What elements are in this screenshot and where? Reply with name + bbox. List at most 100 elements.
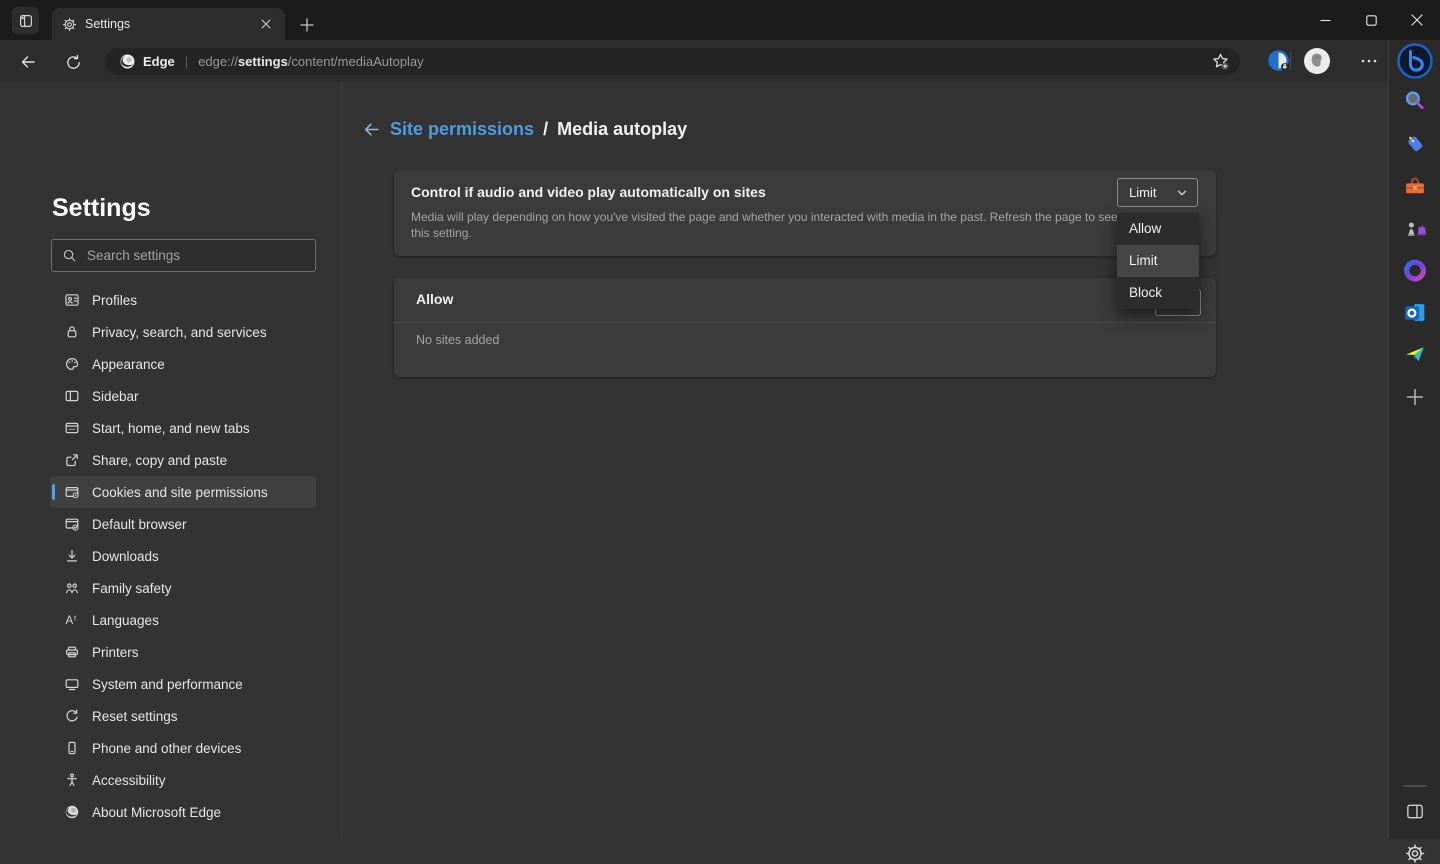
more-menu-button[interactable] — [1360, 47, 1378, 75]
sidebar-item-accessibility[interactable]: Accessibility — [50, 764, 316, 796]
allow-section-title: Allow — [416, 291, 453, 307]
sidebar-item-languages[interactable]: At Languages — [50, 604, 316, 636]
site-permissions-icon — [64, 484, 80, 500]
sidebar-item-label: Downloads — [92, 549, 159, 564]
tools-icon[interactable] — [1402, 174, 1427, 199]
add-favorite-button[interactable] — [1211, 52, 1230, 71]
breadcrumb-parent-link[interactable]: Site permissions — [390, 119, 534, 140]
settings-search-box[interactable] — [51, 239, 316, 272]
settings-search-input[interactable] — [87, 248, 305, 263]
sidebar-item-label: About Microsoft Edge — [92, 805, 221, 820]
games-icon[interactable] — [1402, 216, 1427, 241]
share-icon — [64, 452, 80, 468]
svg-text:A: A — [66, 615, 74, 627]
sidebar-item-label: Reset settings — [92, 709, 178, 724]
sidebar-item-profiles[interactable]: Profiles — [50, 284, 316, 316]
sidebar-layout-icon — [64, 388, 80, 404]
customize-sidebar-icon[interactable] — [1404, 801, 1425, 822]
settings-sidebar: Settings Profiles Privacy, search, and s… — [0, 82, 342, 839]
sidebar-item-label: Printers — [92, 645, 139, 660]
maximize-button[interactable] — [1348, 0, 1394, 40]
sidebar-item-start-home-tabs[interactable]: Start, home, and new tabs — [50, 412, 316, 444]
tab-settings[interactable]: Settings — [52, 8, 285, 40]
new-tab-page-icon — [64, 420, 80, 436]
site-info-badge[interactable]: Edge — [119, 53, 175, 70]
url-text: edge://settings/content/mediaAutoplay — [198, 54, 1211, 69]
new-tab-button[interactable] — [294, 12, 320, 38]
tab-title: Settings — [85, 17, 249, 31]
sidebar-item-downloads[interactable]: Downloads — [50, 540, 316, 572]
tab-actions-button[interactable] — [12, 7, 39, 34]
sidebar-item-label: Share, copy and paste — [92, 453, 227, 468]
breadcrumb: Site permissions / Media autoplay — [362, 119, 687, 140]
chevron-down-icon — [1176, 187, 1188, 199]
tab-layout-icon — [18, 13, 34, 29]
sidebar-item-family-safety[interactable]: Family safety — [50, 572, 316, 604]
no-sites-message: No sites added — [416, 333, 499, 347]
autoplay-dropdown-button[interactable]: Limit — [1117, 178, 1198, 207]
download-icon — [64, 548, 80, 564]
sidebar-item-label: Start, home, and new tabs — [92, 421, 250, 436]
sidebar-item-label: Sidebar — [92, 389, 139, 404]
drop-icon[interactable] — [1402, 342, 1427, 367]
sidebar-item-about-edge[interactable]: About Microsoft Edge — [50, 796, 316, 828]
address-bar[interactable]: Edge | edge://settings/content/mediaAuto… — [105, 48, 1240, 75]
bing-chat-icon[interactable] — [1396, 42, 1434, 80]
autoplay-setting-card: Control if audio and video play automati… — [394, 170, 1216, 256]
sidebar-divider — [1403, 785, 1427, 787]
microsoft-365-icon[interactable] — [1402, 258, 1427, 283]
sidebar-settings-icon[interactable] — [1404, 843, 1425, 864]
outlook-icon[interactable] — [1402, 300, 1427, 325]
autoplay-dropdown-menu: Allow Limit Block — [1117, 213, 1199, 309]
sidebar-item-printers[interactable]: Printers — [50, 636, 316, 668]
autoplay-setting-description: Media will play depending on how you've … — [411, 209, 1118, 241]
sidebar-item-default-browser[interactable]: Default browser — [50, 508, 316, 540]
add-sidebar-app-icon[interactable] — [1406, 388, 1424, 406]
profile-avatar — [1303, 47, 1331, 75]
back-button[interactable] — [15, 49, 41, 75]
sidebar-item-label: Cookies and site permissions — [92, 485, 268, 500]
breadcrumb-current: Media autoplay — [557, 119, 687, 140]
shopping-icon[interactable] — [1402, 131, 1427, 156]
search-icon[interactable] — [1402, 88, 1427, 113]
main-content: Site permissions / Media autoplay Contro… — [342, 82, 1388, 839]
address-divider: | — [185, 54, 188, 69]
site-label: Edge — [143, 54, 175, 69]
profile-button[interactable] — [1303, 47, 1331, 75]
sidebar-item-label: System and performance — [92, 677, 243, 692]
sidebar-item-label: Profiles — [92, 293, 137, 308]
sidebar-item-appearance[interactable]: Appearance — [50, 348, 316, 380]
phone-icon — [64, 740, 80, 756]
sidebar-item-label: Accessibility — [92, 773, 166, 788]
settings-page-title: Settings — [52, 194, 151, 223]
card-divider — [394, 322, 1216, 323]
breadcrumb-back-icon[interactable] — [362, 120, 381, 139]
default-browser-icon — [64, 516, 80, 532]
title-bar: Settings — [0, 0, 1440, 40]
dropdown-option-limit[interactable]: Limit — [1117, 245, 1199, 277]
sidebar-item-privacy[interactable]: Privacy, search, and services — [50, 316, 316, 348]
sidebar-item-share-copy-paste[interactable]: Share, copy and paste — [50, 444, 316, 476]
profiles-icon — [64, 292, 80, 308]
close-window-button[interactable] — [1394, 0, 1440, 40]
sidebar-item-reset-settings[interactable]: Reset settings — [50, 700, 316, 732]
minimize-button[interactable] — [1302, 0, 1348, 40]
autoplay-setting-title: Control if audio and video play automati… — [411, 184, 766, 200]
sidebar-item-sidebar[interactable]: Sidebar — [50, 380, 316, 412]
accessibility-icon — [64, 772, 80, 788]
dropdown-option-block[interactable]: Block — [1117, 277, 1199, 309]
sidebar-item-phone-devices[interactable]: Phone and other devices — [50, 732, 316, 764]
sidebar-item-cookies-site-permissions[interactable]: Cookies and site permissions — [50, 476, 316, 508]
refresh-button[interactable] — [60, 49, 86, 75]
window-controls — [1302, 0, 1440, 40]
edge-sidebar — [1388, 40, 1440, 839]
sidebar-item-label: Family safety — [92, 581, 172, 596]
tab-close-button[interactable] — [257, 15, 275, 33]
svg-text:t: t — [74, 614, 77, 623]
breadcrumb-divider: / — [543, 119, 548, 140]
sidebar-item-system-performance[interactable]: System and performance — [50, 668, 316, 700]
edge-logo-icon — [64, 804, 80, 820]
dropdown-option-allow[interactable]: Allow — [1117, 213, 1199, 245]
toolbar-divider — [1281, 47, 1300, 75]
gear-icon — [62, 17, 77, 32]
